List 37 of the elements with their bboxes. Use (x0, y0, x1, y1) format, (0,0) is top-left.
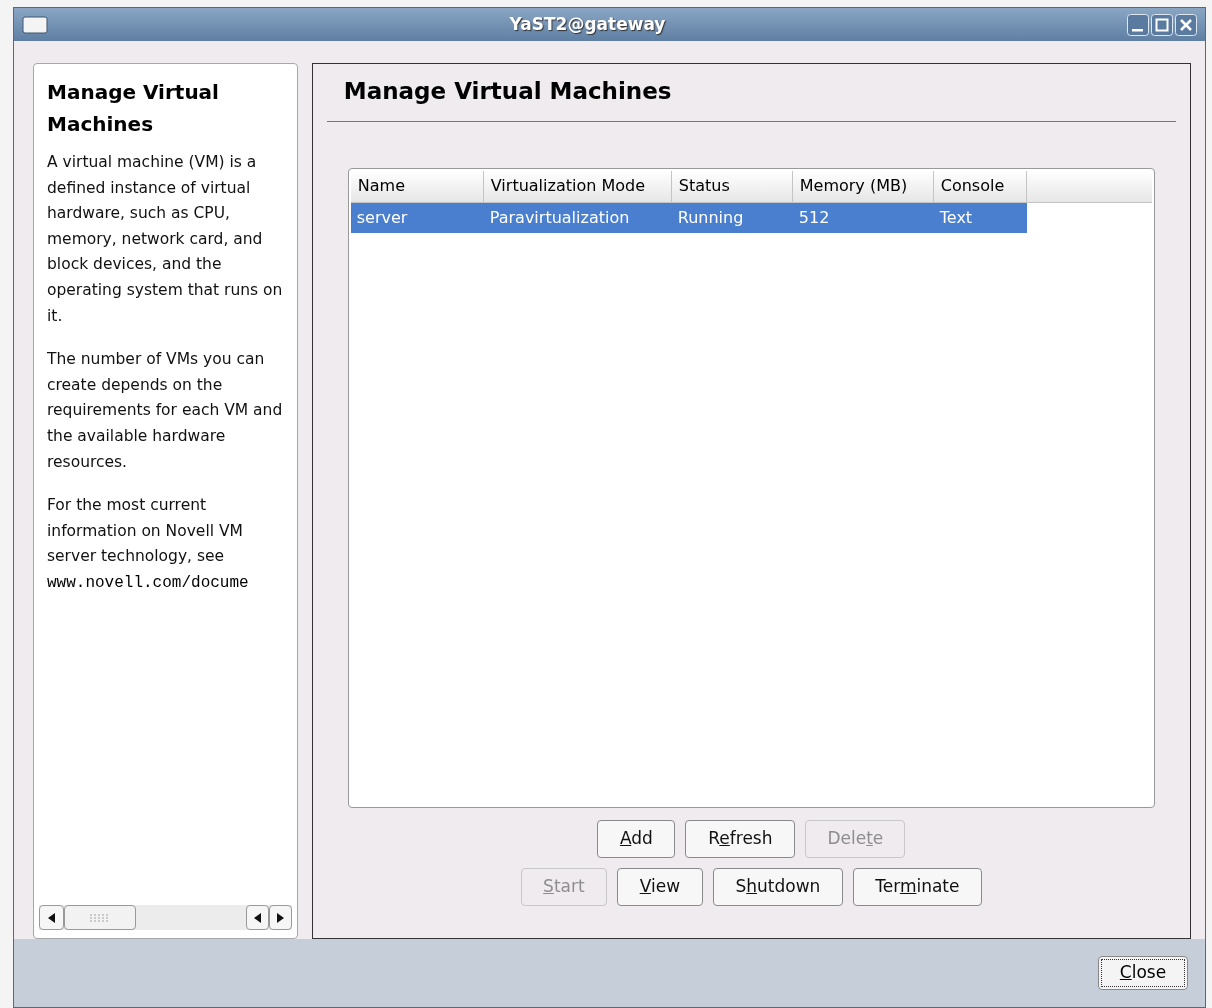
left-arrow-icon (253, 912, 261, 923)
table-cell-text: server (355, 206, 409, 229)
help-paragraph: A virtual machine (VM) is a defined instance of virtual hardware, such as CPU, memory, network card, and block devices, and the operating system that runs on it. (47, 152, 284, 327)
column-header[interactable]: Name (350, 170, 484, 203)
maximize-icon[interactable] (1151, 13, 1173, 36)
grip-icon (89, 912, 111, 923)
help-link[interactable]: www.novell.com/docume (47, 573, 249, 592)
minimize-icon[interactable] (1127, 13, 1149, 36)
scroll-left-button[interactable] (39, 905, 64, 930)
close-icon[interactable] (1175, 13, 1197, 36)
action-button[interactable]: Add (597, 819, 676, 858)
action-button[interactable]: Refresh (685, 819, 796, 858)
action-button[interactable]: View (616, 867, 703, 906)
horizontal-scrollbar[interactable] (39, 905, 292, 930)
help-paragraph: The number of VMs you can create depends on the requirements for each VM and the available hardware resources. (47, 349, 284, 473)
table-cell-text: Running (676, 206, 745, 229)
close-button[interactable]: Close (1098, 956, 1188, 990)
help-paragraph: For the most current information on Novell VM server technology, see (47, 495, 244, 568)
page-heading: Manage Virtual Machines (326, 64, 1176, 122)
action-button[interactable]: Shutdown (712, 867, 843, 906)
column-header[interactable]: Memory (MB) (792, 170, 934, 203)
scroll-right-button[interactable] (268, 905, 292, 930)
table-cell-text: Text (938, 206, 974, 229)
right-arrow-icon (276, 912, 284, 923)
left-arrow-icon (48, 912, 55, 923)
window-title: YaST2@gateway (508, 12, 667, 36)
column-header[interactable]: Virtualization Mode (483, 170, 672, 203)
column-header[interactable]: Console (933, 170, 1027, 203)
action-button[interactable]: Terminate (852, 867, 982, 906)
window-menu-icon[interactable] (22, 15, 48, 34)
scroll-thumb[interactable] (64, 905, 136, 930)
scroll-left-button[interactable] (245, 905, 269, 930)
table-cell-text: Paravirtualization (488, 206, 631, 229)
column-header[interactable]: Status (671, 170, 793, 203)
help-title: Manage Virtual Machines (47, 79, 220, 138)
table-cell-text: 512 (797, 206, 831, 229)
table-row[interactable]: server Paravirtualization Running 512 Text (350, 202, 1027, 233)
